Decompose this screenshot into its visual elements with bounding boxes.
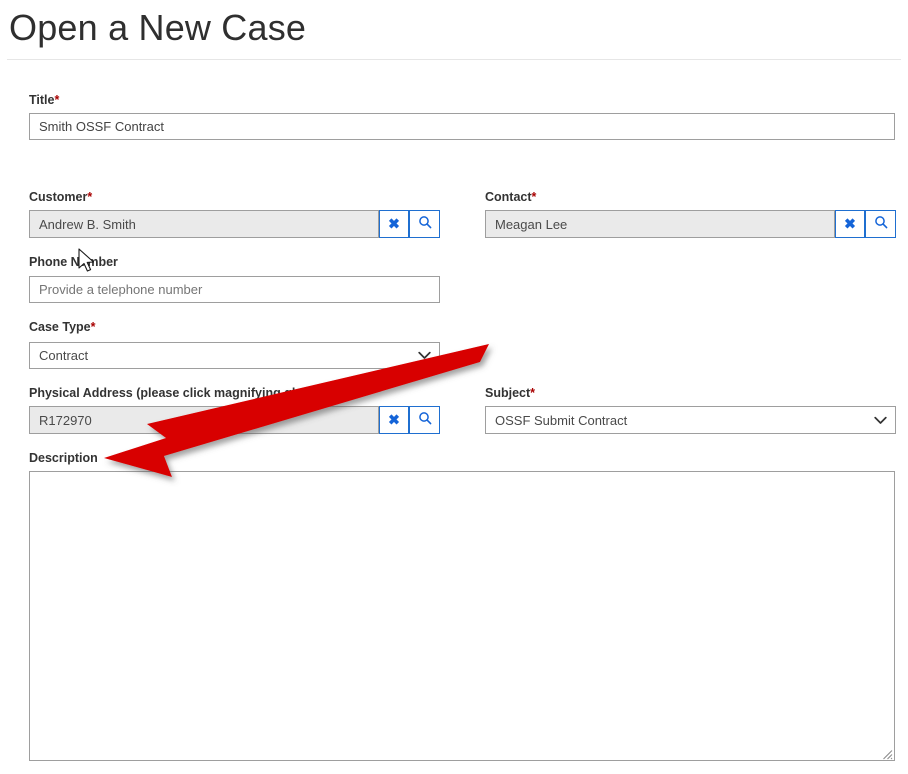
- magnifying-glass-icon: [418, 215, 432, 234]
- customer-required-star: *: [87, 190, 93, 204]
- physical-address-search-button[interactable]: [409, 406, 440, 434]
- contact-search-button[interactable]: [865, 210, 896, 238]
- case-type-label-text: Case Type: [29, 320, 91, 334]
- subject-required-star: *: [530, 386, 536, 400]
- contact-label: Contact*: [485, 190, 536, 205]
- physical-address-input[interactable]: [29, 406, 379, 434]
- contact-clear-button[interactable]: ✖: [835, 210, 865, 238]
- customer-input[interactable]: [29, 210, 379, 238]
- contact-input[interactable]: [485, 210, 835, 238]
- physical-address-label-text: Physical Address (please click magnifyin…: [29, 386, 321, 400]
- description-label-text: Description: [29, 451, 98, 465]
- phone-number-input[interactable]: [29, 276, 440, 303]
- customer-clear-button[interactable]: ✖: [379, 210, 409, 238]
- subject-label: Subject*: [485, 386, 535, 401]
- subject-label-text: Subject: [485, 386, 531, 400]
- phone-number-label-text: Phone Number: [29, 255, 118, 269]
- magnifying-glass-icon: [418, 411, 432, 430]
- customer-label-text: Customer: [29, 190, 88, 204]
- customer-label: Customer*: [29, 190, 92, 205]
- contact-label-text: Contact: [485, 190, 532, 204]
- subject-select[interactable]: OSSF Submit Contract: [485, 406, 896, 434]
- x-icon: ✖: [388, 411, 400, 428]
- chevron-down-icon: [416, 343, 432, 368]
- page-header: Open a New Case: [0, 0, 908, 60]
- x-icon: ✖: [844, 215, 856, 232]
- page-title: Open a New Case: [9, 7, 307, 48]
- physical-address-label: Physical Address (please click magnifyin…: [29, 386, 320, 401]
- subject-selected-value: OSSF Submit Contract: [495, 412, 628, 428]
- case-type-selected-value: Contract: [39, 348, 89, 363]
- phone-number-label: Phone Number: [29, 255, 118, 270]
- title-input[interactable]: [29, 113, 895, 140]
- physical-address-clear-button[interactable]: ✖: [379, 406, 409, 434]
- description-label: Description: [29, 451, 98, 466]
- title-label-text: Title: [29, 93, 55, 107]
- case-form: Title* Customer* ✖ Contact* ✖ Pho: [0, 60, 908, 774]
- title-label: Title*: [29, 93, 59, 108]
- chevron-down-icon: [872, 407, 888, 433]
- x-icon: ✖: [388, 215, 400, 232]
- case-type-select[interactable]: Contract: [29, 342, 440, 369]
- case-type-label: Case Type*: [29, 320, 95, 335]
- title-required-star: *: [54, 93, 60, 107]
- case-type-required-star: *: [90, 320, 96, 334]
- description-textarea[interactable]: [29, 471, 895, 761]
- contact-required-star: *: [531, 190, 537, 204]
- customer-search-button[interactable]: [409, 210, 440, 238]
- magnifying-glass-icon: [874, 215, 888, 234]
